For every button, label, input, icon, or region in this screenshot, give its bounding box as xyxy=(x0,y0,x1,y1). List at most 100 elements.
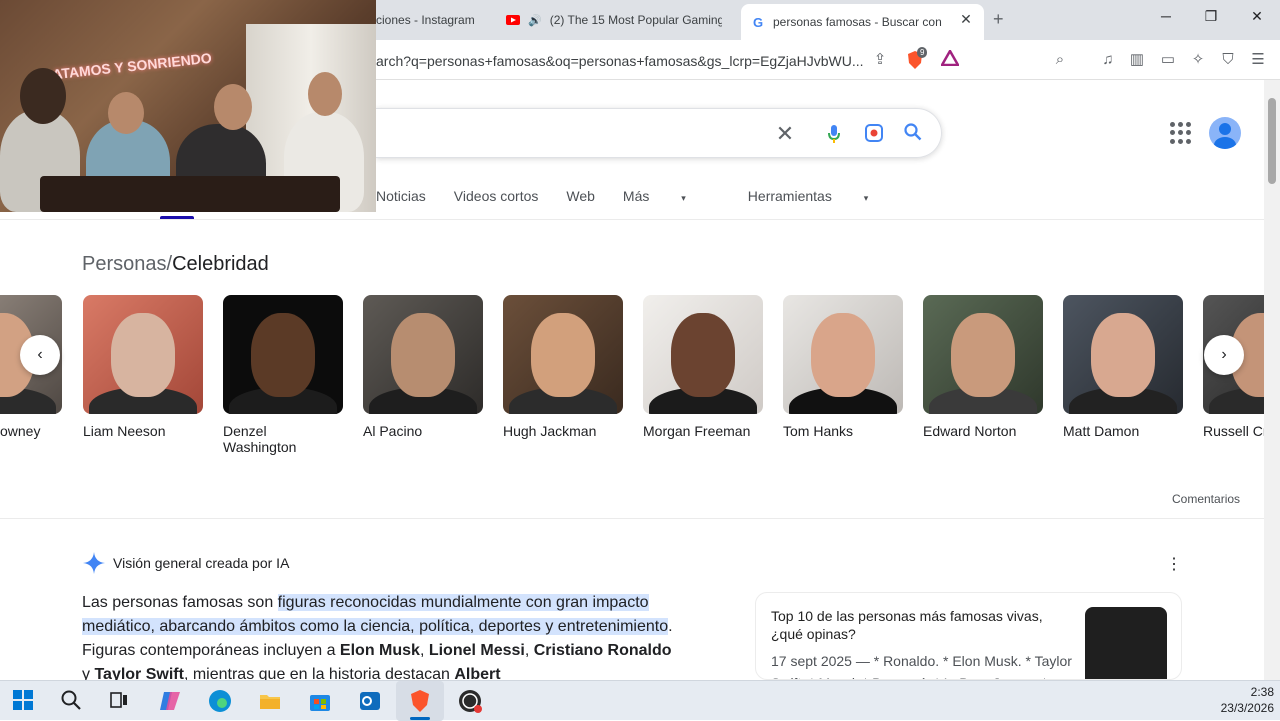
person-name: owney xyxy=(0,423,41,439)
windows-start-icon[interactable] xyxy=(12,689,36,713)
person-card[interactable]: Hugh Jackman xyxy=(503,295,623,439)
ai-text-segment: , xyxy=(419,642,429,659)
divider xyxy=(0,518,1264,519)
google-icon: G xyxy=(752,14,764,30)
breadcrumb: Personas/Celebridad xyxy=(82,253,269,276)
search-icon[interactable] xyxy=(902,123,924,145)
tab-youtube[interactable]: 🔊 (2) The 15 Most Popular Gaming xyxy=(506,6,722,34)
chevron-left-icon: ‹ xyxy=(37,346,43,363)
tab-herramientas-label: Herramientas xyxy=(747,188,832,204)
window-close-icon[interactable]: ✕ xyxy=(1242,8,1272,25)
gemini-sparkle-icon xyxy=(82,551,106,575)
url-field[interactable]: arch?q=personas+famosas&oq=personas+famo… xyxy=(376,53,864,69)
more-options-icon[interactable]: ⋮ xyxy=(1166,554,1182,574)
taskbar-clock[interactable]: 2:38 23/3/2026 xyxy=(1214,684,1274,716)
caret-down-icon: ▾ xyxy=(863,193,869,203)
tab-noticias[interactable]: Noticias xyxy=(376,188,426,212)
divider xyxy=(0,219,1264,220)
page-search-icon[interactable]: ⌕ xyxy=(1050,50,1070,70)
shield-badge: 9 xyxy=(917,47,928,58)
file-explorer-icon[interactable] xyxy=(258,689,282,713)
person-card[interactable]: Denzel Washington xyxy=(223,295,343,455)
source-title[interactable]: Top 10 de las personas más famosas vivas… xyxy=(771,607,1071,643)
ai-overview-text: Las personas famosas son figuras reconoc… xyxy=(82,591,682,687)
task-view-icon[interactable] xyxy=(108,689,132,713)
avatar[interactable] xyxy=(1209,117,1241,149)
brave-rewards-icon[interactable] xyxy=(939,48,961,70)
tab-web[interactable]: Web xyxy=(566,188,595,212)
person-photo xyxy=(1063,295,1183,414)
webcam-neon-sign: ATAMOS Y SONRIENDO xyxy=(51,49,213,83)
tab-mas-label: Más xyxy=(622,188,650,204)
lens-icon[interactable] xyxy=(863,123,885,145)
carousel-prev-button[interactable]: ‹ xyxy=(20,335,60,375)
copilot-icon[interactable] xyxy=(158,689,182,713)
person-card[interactable]: Morgan Freeman xyxy=(643,295,763,439)
person-name: Denzel Washington xyxy=(223,423,297,455)
source-card[interactable]: Top 10 de las personas más famosas vivas… xyxy=(755,592,1182,680)
ai-overview-header: Visión general creada por IA xyxy=(82,551,289,575)
search-nav-tabs: Noticias Videos cortos Web Más ▾ Herrami… xyxy=(376,188,924,212)
person-card[interactable]: Liam Neeson xyxy=(83,295,203,439)
person-name: Russell Cr xyxy=(1203,423,1264,439)
carousel-next-button[interactable]: › xyxy=(1204,335,1244,375)
outlook-icon[interactable] xyxy=(358,689,382,713)
ai-bold-name: Cristiano Ronaldo xyxy=(533,642,672,659)
ai-text-segment: , xyxy=(524,642,534,659)
clock-time: 2:38 xyxy=(1250,685,1274,699)
source-snippet: 17 sept 2025 — * Ronaldo. * Elon Musk. *… xyxy=(771,653,1072,679)
person-card[interactable]: Al Pacino xyxy=(363,295,483,439)
microphone-icon[interactable] xyxy=(823,123,845,145)
person-card[interactable]: Tom Hanks xyxy=(783,295,903,439)
speaker-icon[interactable]: 🔊 xyxy=(528,13,542,27)
brave-shield-icon[interactable]: 9 xyxy=(905,47,928,70)
scrollbar-thumb[interactable] xyxy=(1268,98,1276,184)
store-icon[interactable] xyxy=(308,689,332,713)
tab-herramientas[interactable]: Herramientas ▾ xyxy=(748,188,896,212)
tab-instagram[interactable]: ciones - Instagram xyxy=(376,6,486,34)
wallet-icon[interactable]: ▭ xyxy=(1158,50,1178,70)
chevron-right-icon: › xyxy=(1221,346,1227,363)
ai-bold-name: Lionel Messi xyxy=(428,642,525,659)
person-photo xyxy=(223,295,343,414)
tab-mas[interactable]: Más ▾ xyxy=(623,188,714,212)
search-input[interactable]: ✕ xyxy=(376,108,942,158)
clear-icon[interactable]: ✕ xyxy=(774,123,796,145)
clock-date: 23/3/2026 xyxy=(1220,701,1274,715)
ai-text-segment: Las personas famosas son xyxy=(82,594,278,611)
media-icon[interactable]: ♫ xyxy=(1098,50,1118,70)
person-photo xyxy=(83,295,203,414)
breadcrumb-personas[interactable]: Personas xyxy=(82,253,167,275)
edge-icon[interactable] xyxy=(208,689,232,713)
person-name: Matt Damon xyxy=(1063,423,1140,439)
brave-taskbar-button[interactable] xyxy=(396,681,444,721)
share-icon[interactable]: ⇪ xyxy=(870,50,890,70)
person-card[interactable]: Edward Norton xyxy=(923,295,1043,439)
tab-label: (2) The 15 Most Popular Gaming xyxy=(549,13,722,27)
minimize-icon[interactable]: ─ xyxy=(1151,8,1181,24)
leo-ai-icon[interactable]: ✧ xyxy=(1188,50,1208,70)
person-photo xyxy=(923,295,1043,414)
vpn-icon[interactable]: ⛉ xyxy=(1218,50,1238,70)
search-icon[interactable] xyxy=(60,689,84,713)
source-thumbnail xyxy=(1085,607,1167,679)
menu-icon[interactable]: ☰ xyxy=(1248,50,1268,70)
new-tab-icon[interactable]: + xyxy=(993,9,1004,30)
caret-down-icon: ▾ xyxy=(681,193,686,203)
sidebar-icon[interactable]: ▥ xyxy=(1127,50,1147,70)
google-apps-icon[interactable] xyxy=(1170,122,1192,144)
obs-icon[interactable] xyxy=(458,689,482,713)
person-card[interactable]: Matt Damon xyxy=(1063,295,1183,439)
tab-google-search[interactable]: G personas famosas - Buscar con G xyxy=(741,4,984,40)
youtube-icon xyxy=(506,13,520,27)
tab-videos-cortos[interactable]: Videos cortos xyxy=(454,188,539,212)
person-name: Tom Hanks xyxy=(783,423,854,439)
person-name: Liam Neeson xyxy=(83,423,166,439)
ai-overview-title: Visión general creada por IA xyxy=(113,555,290,571)
restore-icon[interactable]: ❐ xyxy=(1196,8,1226,25)
person-photo xyxy=(643,295,763,414)
close-tab-icon[interactable]: ✕ xyxy=(958,11,974,27)
webcam-head xyxy=(308,72,342,116)
feedback-link[interactable]: Comentarios xyxy=(1172,492,1240,506)
webcam-head xyxy=(108,92,144,134)
